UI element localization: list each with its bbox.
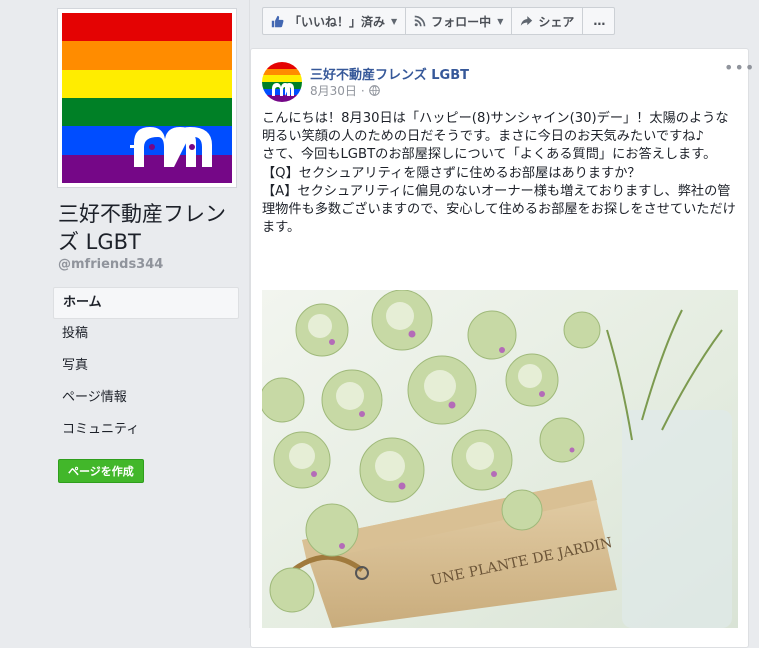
globe-icon[interactable]: [368, 85, 380, 96]
rainbow-flag-image: [62, 13, 232, 183]
post-options-button[interactable]: •••: [724, 58, 755, 77]
post-author-avatar[interactable]: [262, 62, 302, 102]
page-title[interactable]: 三好不動産フレンズ LGBT: [58, 200, 243, 256]
thumbs-up-icon: [271, 15, 284, 27]
page-username[interactable]: @mfriends344: [58, 257, 163, 272]
nav-item-photos[interactable]: 写真: [53, 351, 239, 383]
rss-icon: [414, 15, 426, 27]
page-nav: ホーム 投稿 写真 ページ情報 コミュニティ: [53, 287, 239, 447]
flag-stripe-orange: [62, 41, 232, 70]
post-photo[interactable]: UNE PLANTE DE JARDIN: [262, 290, 738, 628]
liked-button[interactable]: 「いいね！」済み ▼: [262, 7, 407, 35]
avatar-stripe-yellow: [262, 75, 302, 83]
share-label: シェア: [538, 14, 575, 29]
post-meta: 8月30日 ·: [310, 82, 380, 99]
flag-stripe-red: [62, 13, 232, 42]
following-label: フォロー中: [431, 14, 492, 29]
share-arrow-icon: [521, 16, 533, 26]
nav-item-home[interactable]: ホーム: [53, 287, 239, 319]
chevron-down-icon: ▼: [497, 16, 504, 26]
nav-item-community[interactable]: コミュニティ: [53, 415, 239, 447]
liked-label: 「いいね！」済み: [289, 14, 386, 29]
more-actions-label: …: [593, 14, 605, 28]
profile-picture[interactable]: [57, 8, 237, 188]
page-action-bar: 「いいね！」済み ▼ フォロー中 ▼ シェア …: [262, 7, 616, 35]
friends-logo-small-icon: [272, 83, 294, 96]
meta-separator: ·: [360, 83, 365, 98]
create-page-button[interactable]: ページを作成: [58, 459, 144, 483]
flower-box-photo: UNE PLANTE DE JARDIN: [262, 290, 738, 628]
following-button[interactable]: フォロー中 ▼: [406, 7, 513, 35]
more-actions-button[interactable]: …: [583, 7, 616, 35]
nav-item-about[interactable]: ページ情報: [53, 383, 239, 415]
nav-item-posts[interactable]: 投稿: [53, 319, 239, 351]
chevron-down-icon: ▼: [391, 16, 398, 26]
share-button[interactable]: シェア: [512, 7, 584, 35]
friends-logo-icon: [130, 127, 212, 167]
flag-stripe-yellow: [62, 69, 232, 98]
post-author-link[interactable]: 三好不動産フレンズ LGBT: [310, 64, 469, 83]
post-text: こんにちは！8月30日は「ハッピー(8)サンシャイン(30)デー」！太陽のような…: [262, 111, 736, 236]
avatar-stripe-orange: [262, 68, 302, 76]
post-date[interactable]: 8月30日: [310, 82, 357, 99]
